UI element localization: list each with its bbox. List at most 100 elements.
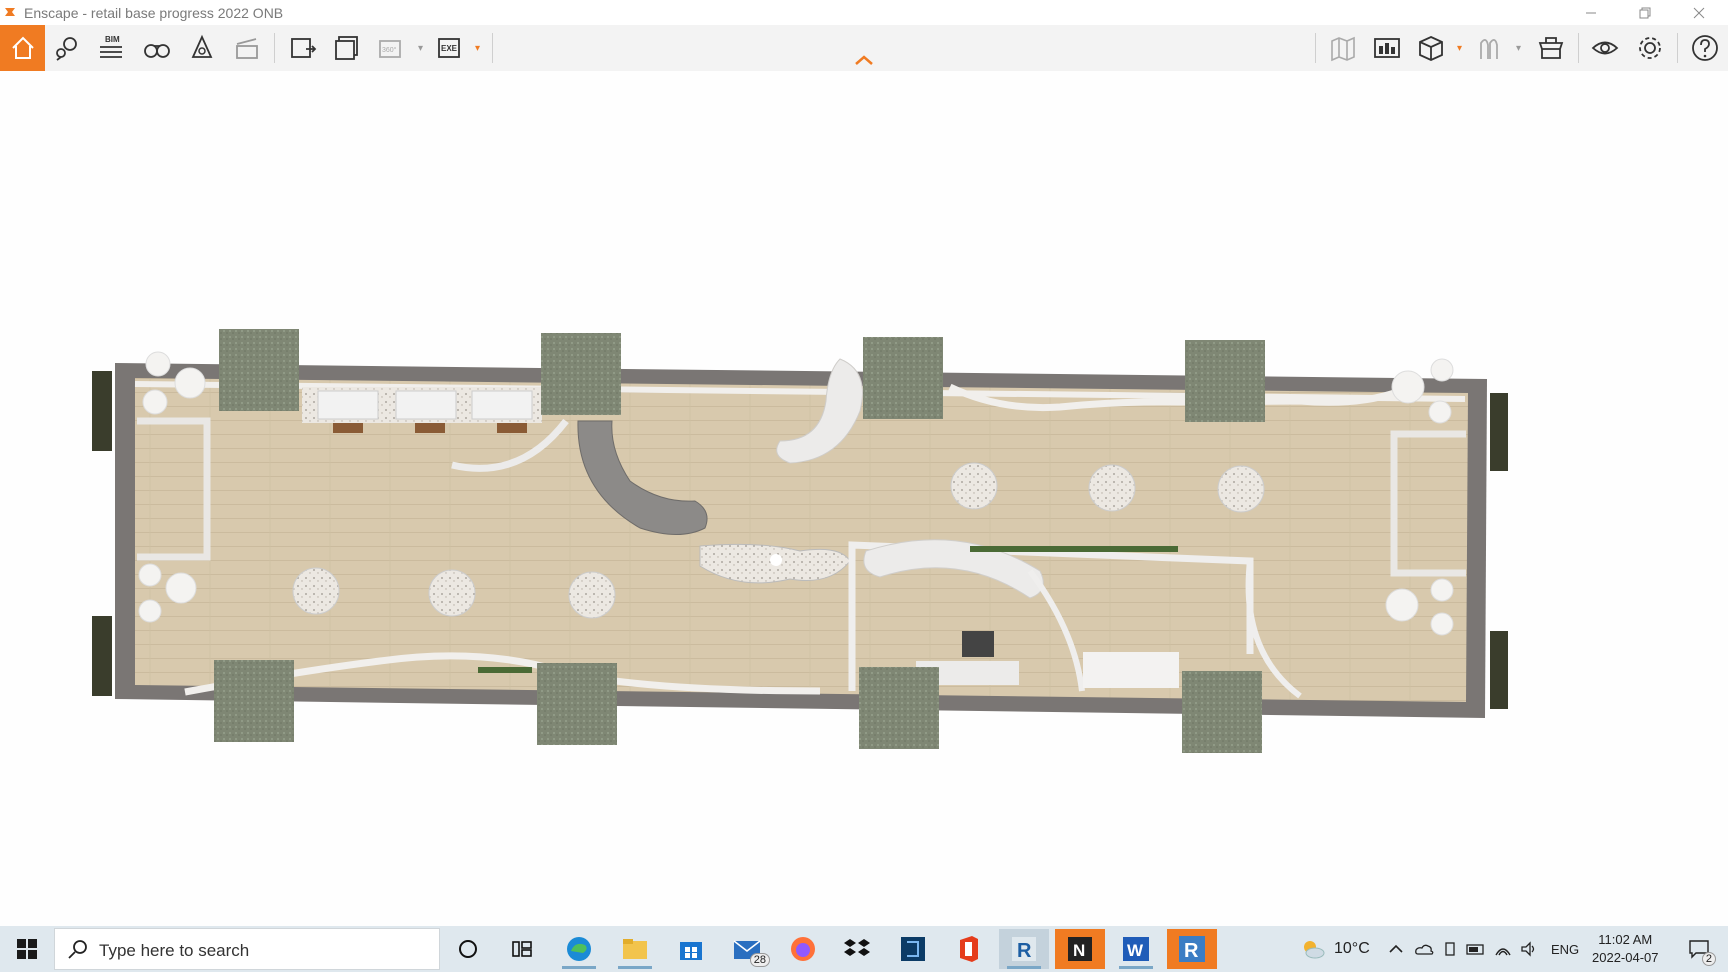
pedestal [292, 567, 340, 615]
asset-library-button[interactable] [1530, 27, 1572, 69]
app-button[interactable] [888, 929, 938, 969]
dropbox-button[interactable] [832, 929, 882, 969]
map-button[interactable] [1322, 27, 1364, 69]
round-table [138, 563, 162, 587]
clock-time: 11:02 AM [1598, 932, 1653, 947]
binoculars-button[interactable] [136, 27, 178, 69]
material-button[interactable] [1470, 27, 1512, 69]
battery-icon[interactable] [1466, 941, 1486, 957]
views-button[interactable] [46, 27, 88, 69]
export-exe-icon: EXE [438, 38, 460, 58]
toolbar-divider [492, 33, 493, 63]
site-context-button[interactable] [1366, 27, 1408, 69]
notifications-button[interactable]: 2 [1676, 926, 1722, 972]
enscape-logo-icon [5, 8, 15, 16]
panorama-360-button[interactable]: 360° [371, 27, 413, 69]
green-planter-strip [478, 667, 532, 673]
minimize-button[interactable] [1568, 0, 1614, 25]
floor-plan-render[interactable] [0, 71, 1728, 926]
settings-button[interactable] [1629, 27, 1671, 69]
clock-date: 2022-04-07 [1592, 950, 1659, 965]
bell-icon [191, 34, 213, 58]
language-indicator[interactable]: ENG [1551, 926, 1579, 972]
planter [1490, 631, 1508, 709]
bim-button[interactable]: BIM [90, 27, 132, 69]
task-view-icon [512, 941, 532, 957]
svg-text:R: R [1017, 940, 1032, 962]
clapper-button[interactable] [226, 27, 268, 69]
bell-button[interactable] [181, 27, 223, 69]
export-dropdown-caret[interactable]: ▾ [475, 43, 480, 54]
notion-button[interactable]: N [1055, 929, 1105, 969]
panorama-dropdown-caret[interactable]: ▾ [418, 43, 423, 54]
render-viewport[interactable] [0, 71, 1728, 926]
round-table [1428, 400, 1452, 424]
green-planter-strip [970, 546, 1178, 552]
word-button[interactable]: W [1111, 929, 1161, 969]
office-button[interactable] [943, 929, 993, 969]
clock[interactable]: 11:02 AM 2022-04-07 [1592, 926, 1659, 972]
cube-icon [1419, 36, 1443, 61]
wifi-icon[interactable] [1494, 941, 1512, 957]
round-table [1391, 370, 1425, 404]
round-table [145, 351, 171, 377]
minimize-icon [1586, 12, 1596, 13]
material-dropdown-caret[interactable]: ▾ [1516, 43, 1521, 54]
exe-label: EXE [441, 44, 458, 53]
file-explorer-button[interactable] [610, 929, 660, 969]
display-case [471, 390, 533, 420]
bim-icon: BIM [100, 35, 122, 58]
device-icon[interactable] [1442, 941, 1458, 957]
planter [92, 616, 112, 696]
taskbar: Type here to search 28 R N W R 10°C ENG … [0, 926, 1728, 972]
cube-dropdown-caret[interactable]: ▾ [1457, 43, 1462, 54]
round-table [142, 389, 168, 415]
cube-button[interactable] [1410, 27, 1452, 69]
window-title: Enscape - retail base progress 2022 ONB [24, 5, 284, 21]
carpet-column [214, 660, 294, 742]
system-tray [1388, 926, 1538, 972]
stool [333, 423, 363, 433]
revit-active-button[interactable]: R [1167, 929, 1217, 969]
store-button[interactable] [666, 929, 716, 969]
pedestal [1088, 464, 1136, 512]
restore-button[interactable] [1622, 0, 1668, 25]
taskbar-search-box[interactable]: Type here to search [54, 928, 440, 970]
round-table [1430, 358, 1454, 382]
firefox-button[interactable] [778, 929, 828, 969]
onedrive-icon[interactable] [1414, 941, 1434, 957]
revit-button[interactable]: R [999, 929, 1049, 969]
restore-icon [1639, 7, 1651, 18]
carpet-column [541, 333, 621, 415]
start-button[interactable] [0, 926, 54, 972]
mail-button[interactable]: 28 [722, 929, 772, 969]
batch-render-button[interactable] [326, 27, 368, 69]
weather-widget[interactable]: 10°C [1300, 926, 1370, 972]
search-placeholder: Type here to search [99, 941, 250, 960]
eye-icon [1591, 41, 1619, 55]
accent-light [770, 554, 782, 566]
task-view-button[interactable] [497, 929, 547, 969]
visual-settings-button[interactable] [1584, 27, 1626, 69]
export-exe-button[interactable]: EXE [430, 27, 472, 69]
chevron-up-icon[interactable] [1388, 941, 1404, 957]
home-button[interactable] [0, 25, 45, 71]
collapse-toolbar-chevron-icon[interactable] [852, 52, 876, 68]
toolbar-divider [1578, 33, 1579, 63]
carpet-column [859, 667, 939, 749]
planter [1490, 393, 1508, 471]
running-indicator [618, 966, 652, 969]
cortana-button[interactable] [443, 929, 493, 969]
volume-icon[interactable] [1520, 941, 1538, 957]
help-button[interactable] [1684, 27, 1726, 69]
edge-button[interactable] [554, 929, 604, 969]
close-button[interactable] [1676, 0, 1722, 25]
windows-logo-icon [17, 939, 37, 959]
stool [497, 423, 527, 433]
title-bar: Enscape - retail base progress 2022 ONB [0, 0, 1728, 25]
carpet-column [219, 329, 299, 411]
export-image-button[interactable] [282, 27, 324, 69]
svg-text:N: N [1073, 941, 1085, 960]
toolbar-divider [1677, 33, 1678, 63]
round-table [165, 572, 197, 604]
